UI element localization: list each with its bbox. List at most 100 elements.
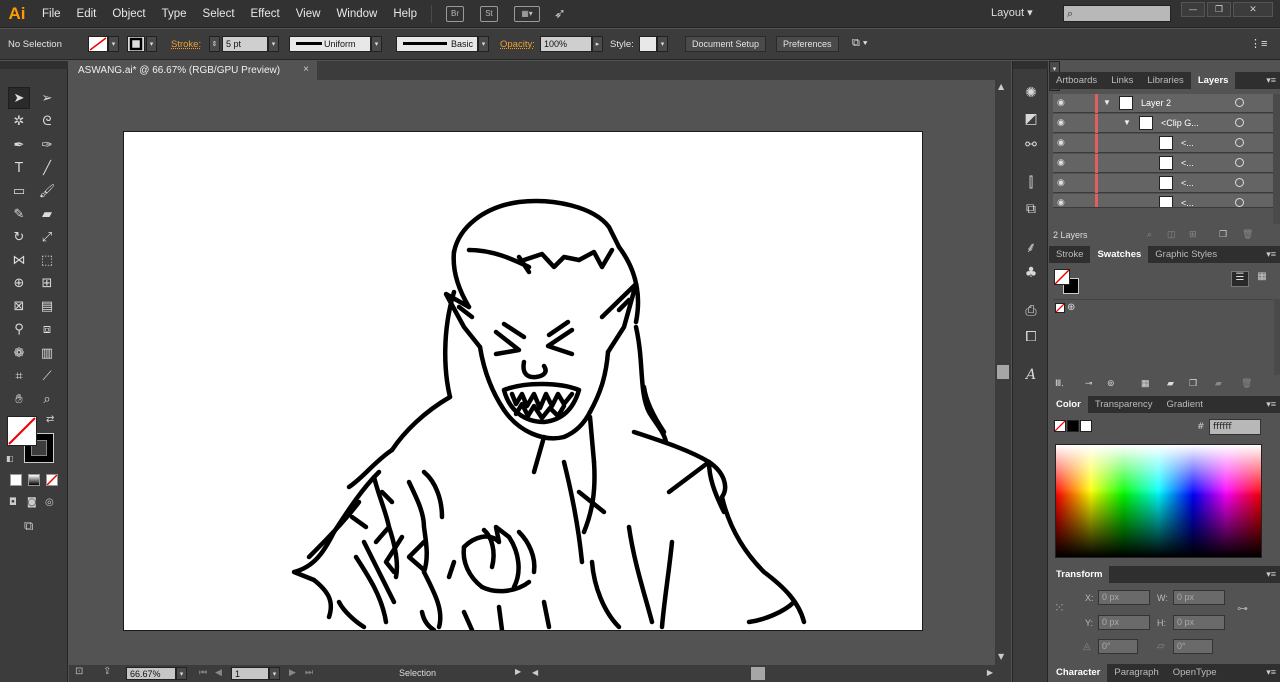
- tab-layers[interactable]: Layers: [1190, 72, 1236, 89]
- vertical-scrollbar[interactable]: ▲ ▼: [995, 80, 1011, 665]
- color-none-chip[interactable]: [1054, 420, 1066, 432]
- tab-opentype[interactable]: OpenType: [1166, 664, 1224, 682]
- layers-menu-icon[interactable]: ▾≡: [1266, 72, 1276, 89]
- menu-view[interactable]: View: [288, 0, 329, 28]
- show-swatch-kinds-icon[interactable]: ⊸: [1085, 378, 1093, 389]
- lasso-tool-icon[interactable]: ᘓ: [36, 110, 58, 132]
- layer-name[interactable]: <Clip G...: [1161, 118, 1199, 128]
- new-layer-icon[interactable]: ❐: [1219, 229, 1227, 240]
- bridge-icon[interactable]: Br: [446, 5, 464, 22]
- swatch-registration[interactable]: ⊕: [1067, 302, 1079, 314]
- tab-artboards[interactable]: Artboards: [1049, 72, 1104, 89]
- horizontal-scrollbar[interactable]: ◀ ▶: [529, 667, 1001, 680]
- brush-dropdown[interactable]: ▾: [478, 36, 489, 52]
- new-folder-icon[interactable]: ▰: [1167, 378, 1174, 389]
- canvas-area[interactable]: [69, 80, 995, 665]
- fill-color-box[interactable]: [7, 416, 37, 446]
- rectangle-tool-icon[interactable]: ▭: [8, 180, 30, 202]
- document-setup-button[interactable]: Document Setup: [685, 36, 767, 52]
- default-colors-icon[interactable]: ◧: [6, 454, 14, 463]
- close-window-button[interactable]: ✕: [1233, 2, 1273, 17]
- screen-mode-icon[interactable]: ⧉: [24, 519, 33, 534]
- vertical-scroll-thumb[interactable]: [997, 365, 1009, 379]
- stroke-swatch[interactable]: [127, 36, 145, 52]
- scroll-up-icon[interactable]: ▲: [998, 82, 1004, 91]
- color-spectrum[interactable]: [1055, 444, 1262, 558]
- menu-object[interactable]: Object: [104, 0, 153, 28]
- arrange-icon[interactable]: ⧉ ▾: [852, 37, 868, 50]
- grid-view-icon[interactable]: ▦: [1253, 271, 1271, 287]
- tab-swatches[interactable]: Swatches: [1090, 246, 1149, 263]
- zoom-dropdown[interactable]: ▾: [176, 667, 187, 680]
- make-clipping-mask-icon[interactable]: ◫: [1167, 229, 1176, 240]
- scroll-down-icon[interactable]: ▼: [998, 652, 1004, 661]
- profile-dropdown[interactable]: ▾: [371, 36, 382, 52]
- stroke-dropdown[interactable]: ▾: [146, 36, 157, 52]
- tab-graphic-styles[interactable]: Graphic Styles: [1148, 246, 1224, 263]
- artboard-dropdown[interactable]: ▾: [269, 667, 280, 680]
- last-artboard-icon[interactable]: ⏭: [305, 667, 313, 678]
- style-dropdown[interactable]: ▾: [657, 36, 668, 52]
- direct-selection-tool-icon[interactable]: ➢: [36, 87, 58, 109]
- graphic-style-swatch[interactable]: [639, 36, 657, 52]
- visibility-eye-icon[interactable]: ◉: [1057, 157, 1065, 168]
- shape-builder-tool-icon[interactable]: ⊕: [8, 272, 30, 294]
- layer-name[interactable]: <...: [1181, 158, 1194, 168]
- type-tool-icon[interactable]: T: [8, 157, 30, 179]
- status-menu-icon[interactable]: ▶: [515, 667, 521, 676]
- expand-triangle-icon[interactable]: ▼: [1103, 98, 1111, 107]
- swatch-libraries-icon[interactable]: Ⅲ.: [1055, 378, 1064, 389]
- opacity-field[interactable]: 100%: [540, 36, 592, 52]
- character-styles-icon[interactable]: A: [1020, 365, 1042, 385]
- control-menu-icon[interactable]: ⋮≡: [1250, 37, 1267, 50]
- tab-transparency[interactable]: Transparency: [1088, 396, 1160, 413]
- prev-artboard-icon[interactable]: ◀: [215, 667, 222, 678]
- brush-definition[interactable]: Basic: [396, 36, 478, 52]
- layer-name[interactable]: <...: [1181, 198, 1194, 207]
- target-circle-icon[interactable]: [1235, 98, 1244, 107]
- expand-triangle-icon[interactable]: ▼: [1123, 118, 1131, 127]
- stock-icon[interactable]: St: [480, 5, 498, 22]
- zoom-tool-icon[interactable]: ⌕: [36, 388, 58, 410]
- layer-row[interactable]: ◉ <...: [1053, 154, 1273, 173]
- opacity-label[interactable]: Opacity:: [500, 39, 535, 50]
- free-transform-tool-icon[interactable]: ⬚: [36, 249, 58, 271]
- artboards-icon[interactable]: ⧠: [1020, 327, 1042, 347]
- color-black-chip[interactable]: [1067, 420, 1079, 432]
- new-color-group-icon[interactable]: ▦: [1141, 378, 1150, 389]
- selection-tool-icon[interactable]: ➤: [8, 87, 30, 109]
- reference-point-icon[interactable]: ⁙: [1054, 601, 1072, 619]
- visibility-eye-icon[interactable]: ◉: [1057, 197, 1065, 207]
- document-tab[interactable]: ASWANG.ai* @ 66.67% (RGB/GPU Preview) ×: [69, 61, 317, 80]
- symbols-icon[interactable]: ♣: [1020, 263, 1042, 283]
- layer-row[interactable]: ◉ ▼ Layer 2: [1053, 94, 1273, 113]
- scroll-right-icon[interactable]: ▶: [987, 668, 993, 677]
- artboard[interactable]: [123, 131, 923, 631]
- layer-row[interactable]: ◉ <...: [1053, 174, 1273, 193]
- width-tool-icon[interactable]: ⋈: [8, 249, 30, 271]
- close-tab-icon[interactable]: ×: [303, 64, 309, 75]
- restore-button[interactable]: ❐: [1207, 2, 1231, 17]
- search-input[interactable]: ⌕: [1063, 5, 1171, 22]
- menu-window[interactable]: Window: [328, 0, 385, 28]
- character-menu-icon[interactable]: ▾≡: [1266, 664, 1276, 681]
- gradient-tool-icon[interactable]: ▤: [36, 295, 58, 317]
- slice-tool-icon[interactable]: ⟋: [36, 365, 58, 387]
- w-field[interactable]: 0 px: [1173, 590, 1225, 605]
- curvature-tool-icon[interactable]: ✑: [36, 134, 58, 156]
- fill-dropdown[interactable]: ▾: [108, 36, 119, 52]
- layer-name[interactable]: <...: [1181, 138, 1194, 148]
- swatch-none[interactable]: [1055, 303, 1065, 313]
- shear-field[interactable]: 0°: [1173, 639, 1213, 654]
- visibility-eye-icon[interactable]: ◉: [1057, 97, 1065, 108]
- layer-name[interactable]: Layer 2: [1141, 98, 1171, 108]
- stroke-weight-field[interactable]: 5 pt: [222, 36, 268, 52]
- tab-character[interactable]: Character: [1049, 664, 1108, 682]
- eraser-tool-icon[interactable]: ▰: [36, 203, 58, 225]
- menu-select[interactable]: Select: [195, 0, 243, 28]
- swap-colors-icon[interactable]: ⇄: [46, 414, 54, 425]
- target-circle-icon[interactable]: [1235, 178, 1244, 187]
- symbol-sprayer-tool-icon[interactable]: ❁: [8, 342, 30, 364]
- x-field[interactable]: 0 px: [1098, 590, 1150, 605]
- delete-swatch-icon[interactable]: 🗑︎: [1241, 378, 1252, 389]
